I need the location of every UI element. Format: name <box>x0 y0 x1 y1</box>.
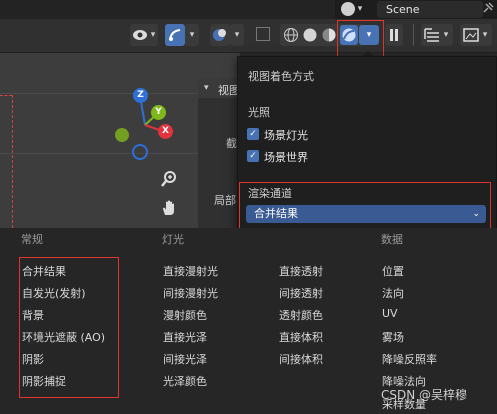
hand-pan-icon[interactable] <box>160 199 178 217</box>
scene-world-label: 场景世界 <box>264 151 308 164</box>
camera-frame-line <box>0 95 12 96</box>
scene-lights-label: 场景灯光 <box>264 129 308 142</box>
gizmo-z-axis[interactable]: Z <box>133 88 148 103</box>
zoom-icon[interactable] <box>160 170 178 188</box>
scene-icon[interactable] <box>341 2 355 16</box>
list-item[interactable]: 法向 <box>382 285 404 301</box>
material-preview-shading-icon[interactable] <box>321 27 337 43</box>
list-item[interactable]: 间接光泽 <box>163 351 207 367</box>
view-object-types-button[interactable]: ▾ <box>130 24 158 46</box>
lighting-header: 光照 <box>248 106 270 119</box>
sidebar-label: 局部 <box>214 194 236 207</box>
annotation-box-shading <box>337 20 384 57</box>
annotation-box-render-pass <box>239 182 491 229</box>
pause-icon-bar <box>395 29 398 41</box>
top-bar-left <box>0 0 335 19</box>
watermark: CSDN @吴梓穆 <box>381 388 468 402</box>
solid-shading-icon[interactable] <box>302 27 318 43</box>
overlays-dropdown[interactable]: ▾ <box>230 24 244 46</box>
list-item[interactable]: 间接漫射光 <box>163 285 218 301</box>
list-item[interactable]: 直接体积 <box>279 329 323 345</box>
pause-icon <box>390 29 393 41</box>
chevron-down-icon[interactable]: ▾ <box>355 0 365 19</box>
list-item[interactable]: 直接透射 <box>279 263 323 279</box>
chevron-down-icon: ▾ <box>189 30 195 40</box>
overlays-toggle-button[interactable] <box>210 24 230 46</box>
list-item[interactable]: 直接漫射光 <box>163 263 218 279</box>
popover-title: 视图着色方式 <box>248 70 314 83</box>
editor-type-button[interactable]: ▾ <box>421 24 453 46</box>
chevron-down-icon: ▾ <box>443 30 449 40</box>
camera-frame-line <box>12 95 13 228</box>
checkmark-icon: ✓ <box>247 150 259 162</box>
display-mode-button[interactable]: ▾ <box>460 24 492 46</box>
chevron-down-icon: ▾ <box>482 30 488 40</box>
chevron-down-icon: ▾ <box>234 30 240 40</box>
xray-icon[interactable] <box>256 27 270 41</box>
column-header-data: 数据 <box>381 233 403 246</box>
scene-lights-checkbox[interactable]: ✓ 场景灯光 <box>246 126 346 142</box>
annotation-box-general <box>19 257 119 398</box>
gizmo-toggle-button[interactable] <box>165 24 185 46</box>
chevron-down-icon: ▾ <box>150 30 156 40</box>
column-header-light: 灯光 <box>162 233 184 246</box>
list-item[interactable]: 透射颜色 <box>279 307 323 323</box>
pin-icon[interactable] <box>481 2 495 16</box>
chevron-down-icon[interactable]: ▾ <box>204 83 209 93</box>
list-item[interactable]: 直接光泽 <box>163 329 207 345</box>
gizmo-dropdown[interactable]: ▾ <box>185 24 199 46</box>
header-divider <box>413 24 414 46</box>
list-item[interactable]: 光泽颜色 <box>163 373 207 389</box>
list-item[interactable]: UV <box>382 307 398 320</box>
list-item[interactable]: 降噪反照率 <box>382 351 437 367</box>
list-item[interactable]: 间接体积 <box>279 351 323 367</box>
column-header-general: 常规 <box>21 233 43 246</box>
scene-field[interactable]: Scene <box>377 1 483 18</box>
wireframe-shading-icon[interactable] <box>283 27 299 43</box>
list-item[interactable]: 间接透射 <box>279 285 323 301</box>
list-item[interactable]: 雾场 <box>382 329 404 345</box>
gizmo-x-axis[interactable]: X <box>158 124 173 139</box>
sidebar-label: 截 <box>226 137 237 150</box>
checkmark-icon: ✓ <box>247 128 259 140</box>
scene-world-checkbox[interactable]: ✓ 场景世界 <box>246 148 346 164</box>
gizmo-y-axis[interactable]: Y <box>151 105 166 120</box>
list-item[interactable]: 漫射颜色 <box>163 307 207 323</box>
list-item[interactable]: 位置 <box>382 263 404 279</box>
pause-render-button[interactable] <box>385 24 403 46</box>
